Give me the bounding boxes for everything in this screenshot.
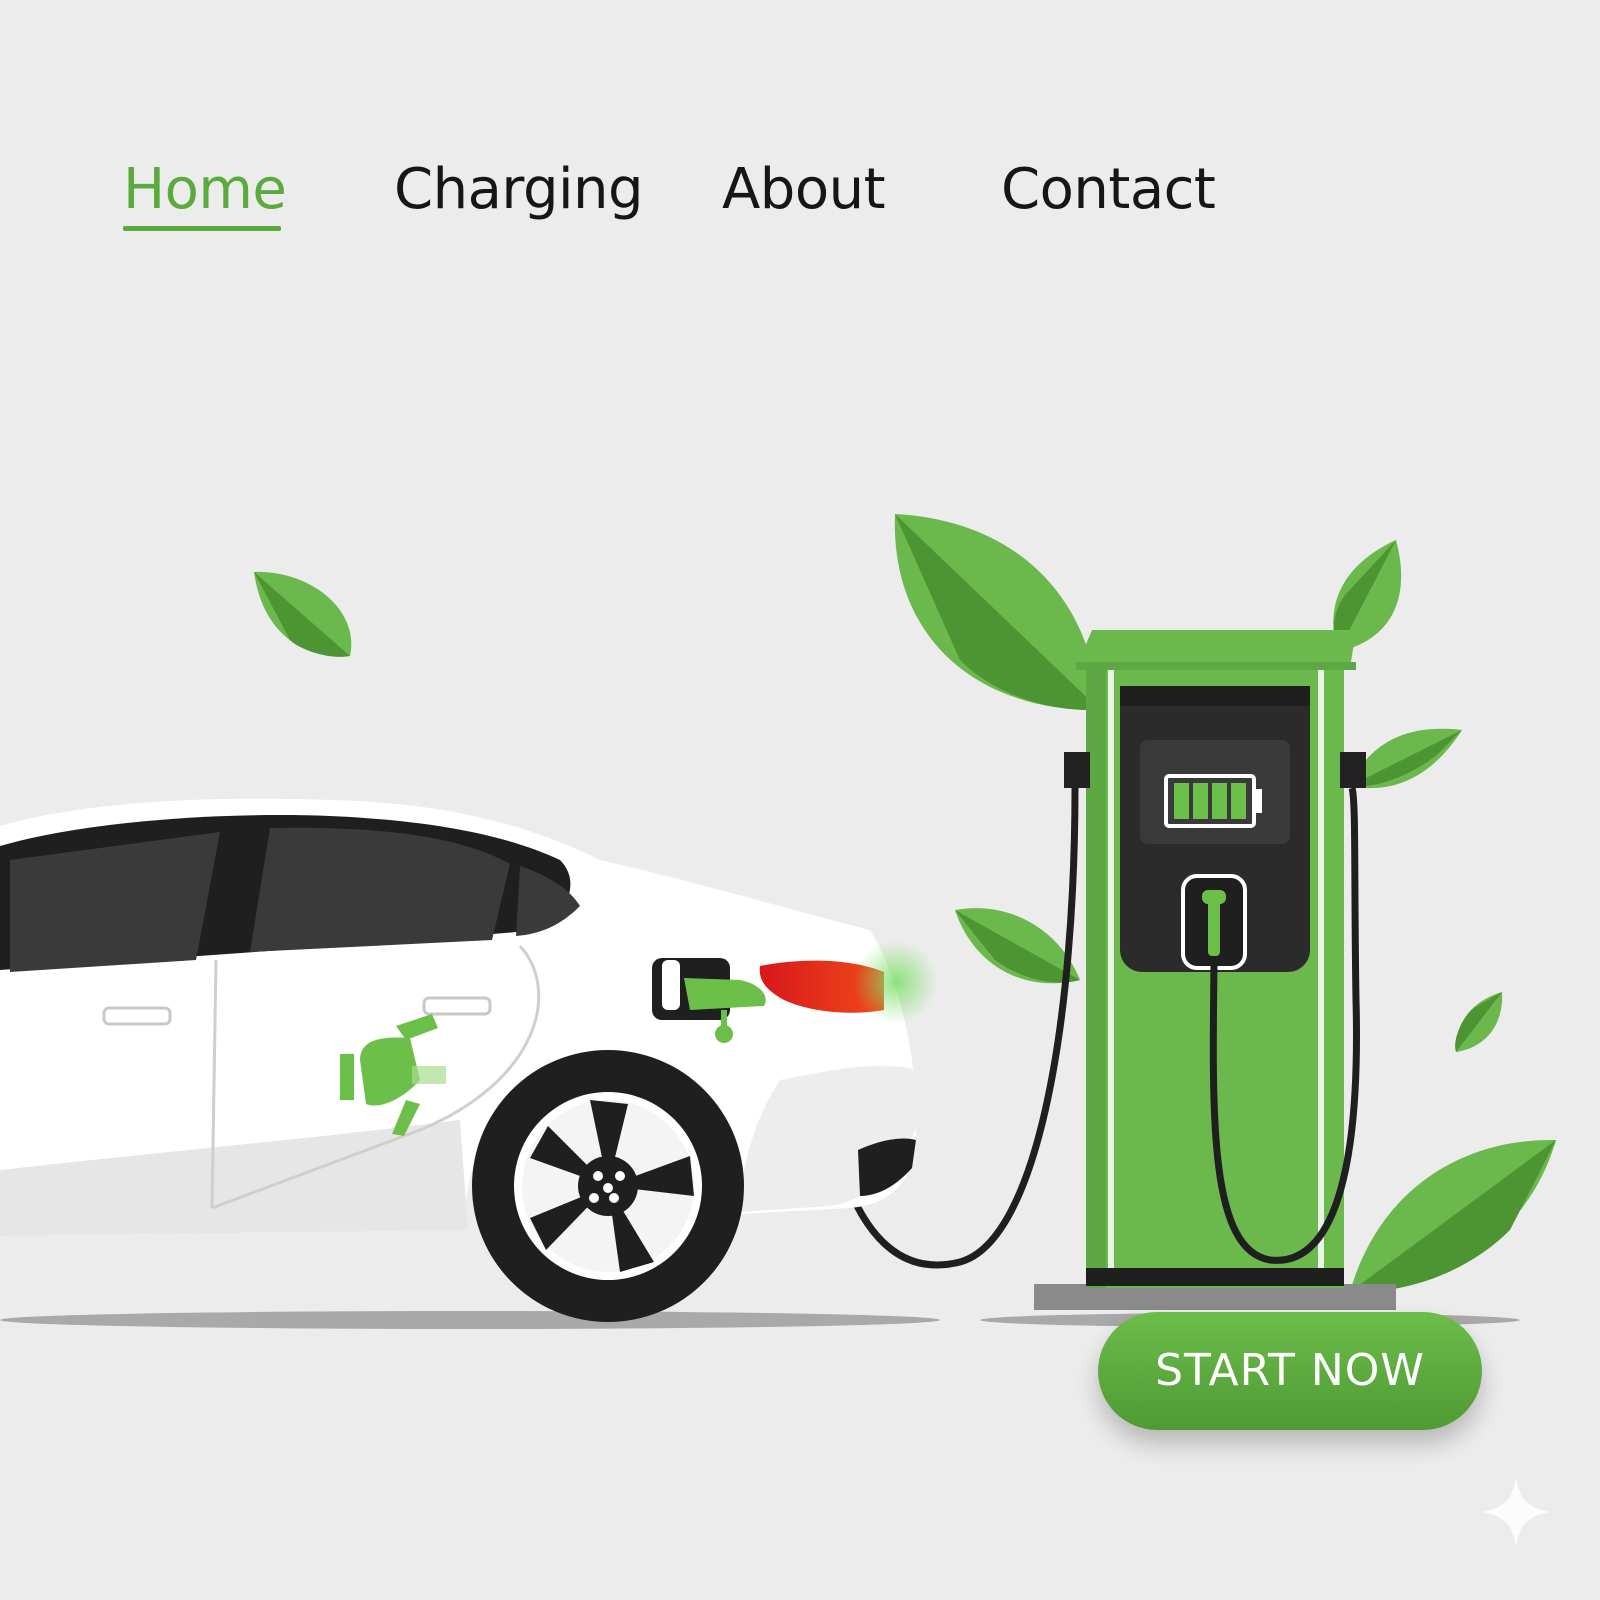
electric-car [0,798,938,1322]
leaf-decoration-bottom-right [1350,1139,1556,1293]
leaf-decoration-small [1455,992,1503,1052]
leaf-decoration-left [254,571,352,657]
charging-plug-holster-icon [1181,874,1247,970]
leaf-decoration-right [1350,728,1462,789]
car-ground-shadow [0,1311,940,1329]
leaf-decoration-mid [955,908,1080,984]
sparkle-icon [1482,1478,1550,1546]
leaf-decoration-top [894,514,1100,711]
rear-wheel [472,1050,744,1322]
page: Home Charging About Contact START NOW [0,0,1600,1600]
start-now-button[interactable]: START NOW [1098,1312,1482,1430]
